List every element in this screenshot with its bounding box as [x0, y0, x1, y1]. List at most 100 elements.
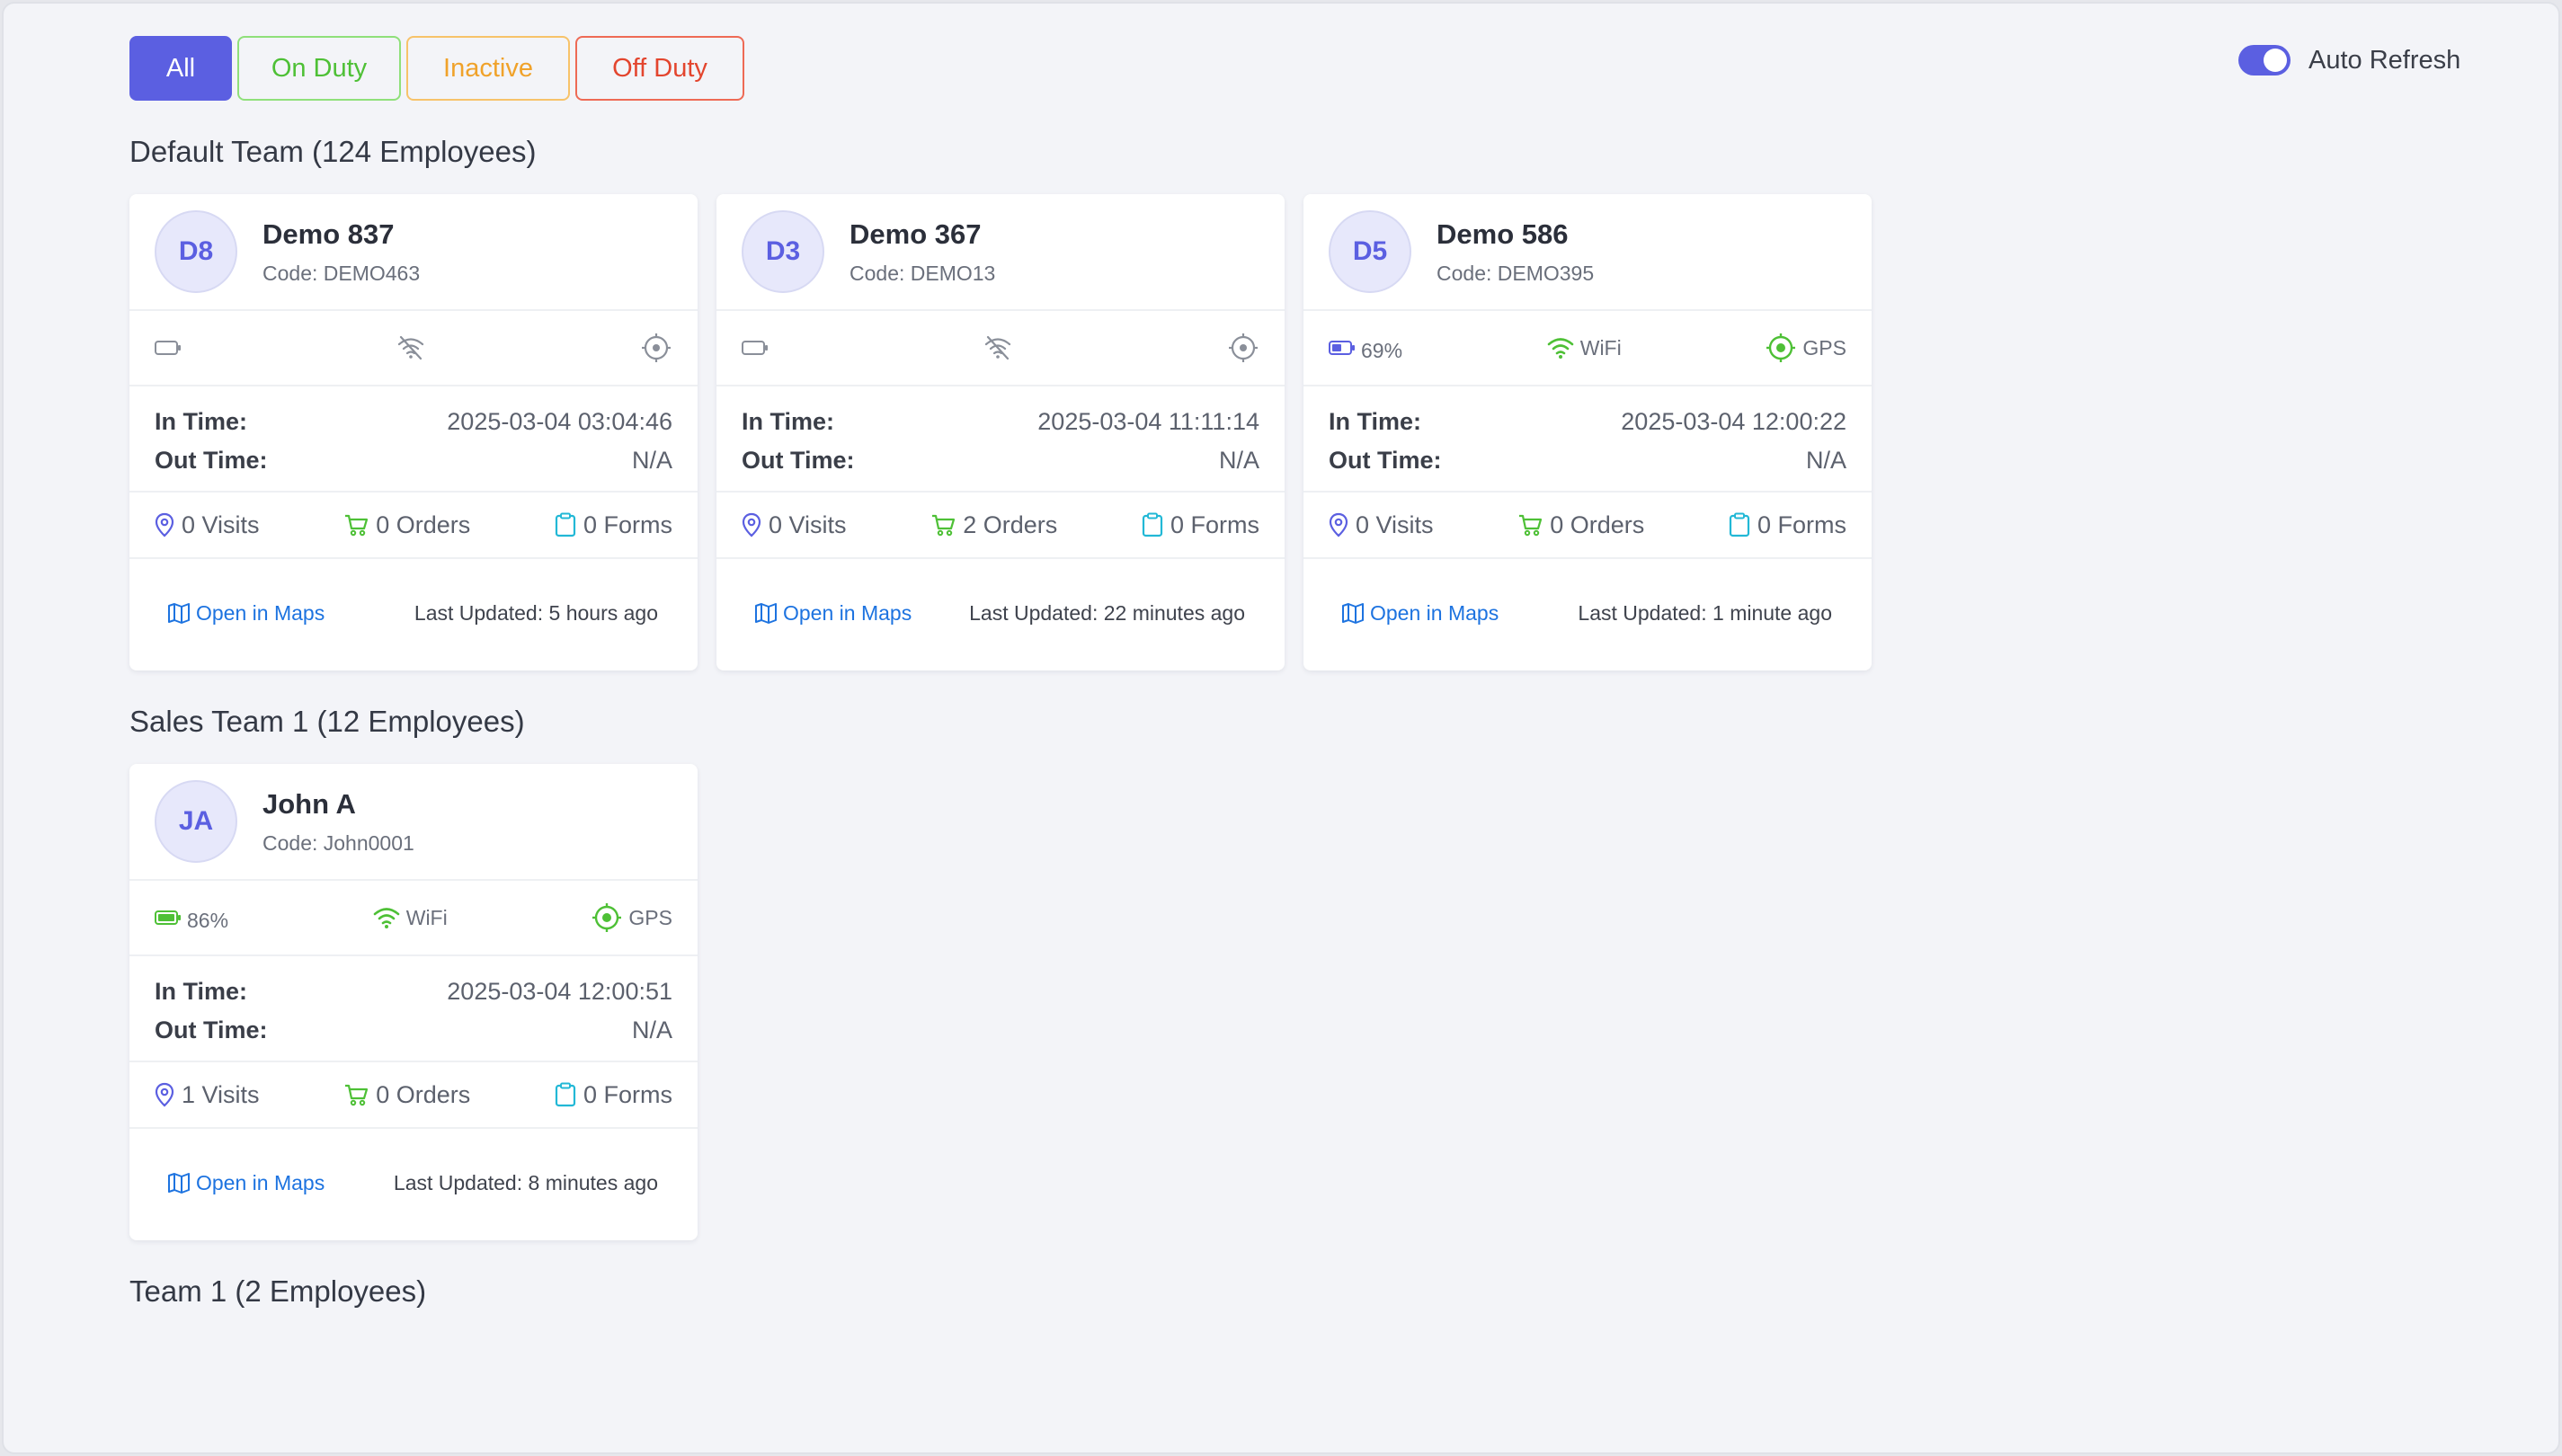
visits-count: 0 Visits: [769, 510, 847, 538]
time-block: In Time: 2025-03-04 03:04:46 Out Time: N/A: [129, 386, 698, 493]
gps-off-icon: [642, 333, 671, 362]
employee-card[interactable]: D3 Demo 367 Code: DEMO13 In Time: 2025-03…: [716, 194, 1285, 670]
card-footer: Open in Maps Last Updated: 5 hours ago: [129, 559, 698, 667]
battery-status: [742, 339, 769, 357]
gps-status: [1227, 332, 1259, 364]
activity-stats-row: 0 Visits 2 Orders 0 Forms: [716, 493, 1285, 559]
last-updated: Last Updated: 8 minutes ago: [393, 1170, 658, 1194]
avatar: JA: [155, 780, 237, 863]
forms-count: 0 Forms: [583, 1080, 672, 1108]
employee-code: Code: DEMO395: [1437, 261, 1595, 285]
clipboard-icon: [555, 1082, 576, 1107]
wifi-label: WiFi: [405, 905, 448, 929]
battery-level: 69%: [1361, 338, 1403, 362]
open-in-maps-link[interactable]: Open in Maps: [754, 601, 912, 626]
battery-half-icon: [1329, 341, 1355, 355]
visits-stat: 0 Visits: [1329, 511, 1434, 539]
in-time-value: 2025-03-04 12:00:51: [447, 978, 672, 1005]
device-status-row: [716, 311, 1285, 386]
clipboard-icon: [555, 512, 576, 537]
wifi-icon: [1547, 338, 1574, 359]
open-in-maps-label: Open in Maps: [783, 600, 912, 625]
battery-full-icon: [155, 910, 181, 925]
forms-count: 0 Forms: [1757, 510, 1846, 538]
out-time-label: Out Time:: [742, 447, 855, 474]
wifi-status: [983, 335, 1012, 360]
battery-status: 69%: [1329, 333, 1402, 363]
cart-icon: [1519, 514, 1543, 537]
in-time-value: 2025-03-04 03:04:46: [447, 408, 672, 435]
forms-stat: 0 Forms: [1142, 511, 1259, 539]
filter-all-button[interactable]: All: [129, 36, 232, 101]
orders-stat: 0 Orders: [343, 1081, 470, 1109]
device-status-row: [129, 311, 698, 386]
employee-card[interactable]: D8 Demo 837 Code: DEMO463 In Time: 2025-0…: [129, 194, 698, 670]
card-header: D5 Demo 586 Code: DEMO395: [1303, 194, 1872, 311]
open-in-maps-link[interactable]: Open in Maps: [167, 1171, 325, 1195]
card-header: JA John A Code: John0001: [129, 764, 698, 881]
open-in-maps-link[interactable]: Open in Maps: [1341, 601, 1499, 626]
activity-stats-row: 0 Visits 0 Orders 0 Forms: [1303, 493, 1872, 559]
status-filter-group: All On Duty Inactive Off Duty: [129, 36, 744, 101]
auto-refresh-label: Auto Refresh: [2308, 45, 2461, 75]
app-frame: All On Duty Inactive Off Duty Auto Refre…: [2, 2, 2560, 1454]
gps-label: GPS: [1802, 335, 1846, 360]
employee-card[interactable]: D5 Demo 586 Code: DEMO395 69% WiFi GPS I…: [1303, 194, 1872, 670]
map-icon: [755, 603, 777, 624]
out-time-label: Out Time:: [155, 447, 268, 474]
wifi-off-icon: [397, 335, 424, 360]
battery-icon: [742, 341, 768, 355]
gps-off-icon: [1229, 333, 1258, 362]
team-title-team-1: Team 1 (2 Employees): [129, 1274, 427, 1308]
visits-stat: 1 Visits: [155, 1081, 260, 1109]
avatar: D8: [155, 210, 237, 293]
open-in-maps-label: Open in Maps: [1370, 600, 1499, 625]
activity-stats-row: 1 Visits 0 Orders 0 Forms: [129, 1062, 698, 1129]
device-status-row: 69% WiFi GPS: [1303, 311, 1872, 386]
cart-icon: [345, 514, 369, 537]
visits-count: 0 Visits: [182, 510, 260, 538]
wifi-status: WiFi: [1546, 335, 1622, 360]
employee-code: Code: DEMO463: [262, 261, 421, 285]
employee-name: John A: [262, 787, 356, 820]
avatar: D3: [742, 210, 824, 293]
visits-count: 1 Visits: [182, 1080, 260, 1108]
device-status-row: 86% WiFi GPS: [129, 881, 698, 956]
out-time-value: N/A: [631, 1017, 672, 1043]
forms-count: 0 Forms: [583, 510, 672, 538]
filter-inactive-button[interactable]: Inactive: [406, 36, 570, 101]
auto-refresh-toggle[interactable]: [2238, 45, 2291, 75]
team-title-sales-1: Sales Team 1 (12 Employees): [129, 705, 525, 738]
wifi-off-icon: [984, 335, 1011, 360]
orders-stat: 2 Orders: [930, 511, 1057, 539]
in-time-label: In Time:: [742, 408, 835, 435]
forms-stat: 0 Forms: [1729, 511, 1846, 539]
map-icon: [168, 603, 190, 624]
map-pin-icon: [155, 512, 174, 537]
forms-stat: 0 Forms: [555, 511, 672, 539]
filter-on-duty-button[interactable]: On Duty: [237, 36, 401, 101]
forms-stat: 0 Forms: [555, 1081, 672, 1109]
clipboard-icon: [1142, 512, 1163, 537]
wifi-status: [396, 335, 425, 360]
in-time-label: In Time:: [155, 978, 248, 1005]
card-header: D3 Demo 367 Code: DEMO13: [716, 194, 1285, 311]
card-footer: Open in Maps Last Updated: 22 minutes ag…: [716, 559, 1285, 667]
employee-card[interactable]: JA John A Code: John0001 86% WiFi GPS In…: [129, 764, 698, 1240]
out-time-label: Out Time:: [155, 1017, 268, 1043]
gps-label: GPS: [628, 905, 672, 929]
employee-name: Demo 367: [850, 218, 982, 250]
filter-off-duty-button[interactable]: Off Duty: [575, 36, 744, 101]
auto-refresh: Auto Refresh: [2238, 45, 2460, 75]
team-title-default: Default Team (124 Employees): [129, 135, 537, 168]
cart-icon: [932, 514, 956, 537]
battery-status: 86%: [155, 903, 228, 933]
out-time-value: N/A: [1218, 447, 1259, 474]
employee-name: Demo 586: [1437, 218, 1569, 250]
open-in-maps-link[interactable]: Open in Maps: [167, 601, 325, 626]
out-time-value: N/A: [631, 447, 672, 474]
battery-level: 86%: [187, 908, 229, 932]
wifi-status: WiFi: [372, 905, 448, 930]
wifi-label: WiFi: [1579, 335, 1622, 360]
employee-code: Code: John0001: [262, 830, 414, 855]
